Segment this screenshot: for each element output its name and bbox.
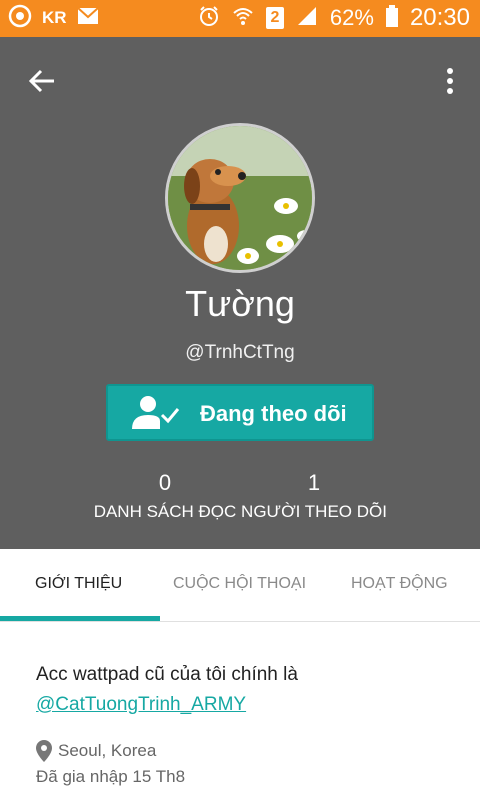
reading-lists-count: 0	[158, 470, 172, 495]
arrow-left-icon	[28, 69, 54, 93]
location-text: Seoul, Korea	[58, 741, 157, 760]
tab-conversations[interactable]: CUỘC HỘI THOẠI	[173, 575, 306, 593]
more-options-button[interactable]	[438, 61, 462, 101]
profile-handle: @TrnhCtTng	[185, 342, 295, 363]
active-tab-indicator	[0, 616, 160, 621]
reading-lists-stat[interactable]: 0 DANH SÁCH ĐỌC	[86, 470, 244, 522]
location-row: Seoul, Korea	[36, 740, 156, 762]
status-bar-right: 2 62% 20:30	[198, 4, 470, 32]
mail-icon	[76, 6, 99, 30]
alarm-icon	[198, 5, 220, 32]
status-bar: KR 2 62% 20:30	[0, 0, 480, 37]
followers-stat[interactable]: 1 NGƯỜI THEO DÕI	[236, 470, 392, 522]
about-description: Acc wattpad cũ của tôi chính là @CatTuon…	[36, 660, 456, 720]
profile-header: Tường @TrnhCtTng Đang theo dõi 0 DANH SÁ…	[0, 37, 480, 549]
following-button-label: Đang theo dõi	[200, 401, 347, 426]
battery-icon	[385, 4, 398, 32]
sim-icon: 2	[265, 7, 284, 29]
following-button[interactable]: Đang theo dõi	[106, 384, 374, 441]
tab-activity[interactable]: HOẠT ĐỘNG	[351, 575, 448, 593]
reading-lists-label: DANH SÁCH ĐỌC	[93, 502, 237, 521]
back-button[interactable]	[22, 61, 62, 101]
followers-label: NGƯỜI THEO DÕI	[241, 502, 387, 521]
profile-name: Tường	[185, 283, 295, 324]
tab-about[interactable]: GIỚI THIỆU	[35, 575, 122, 593]
followers-count: 1	[307, 470, 321, 495]
location-pin-icon	[36, 740, 52, 762]
about-profile-link[interactable]: @CatTuongTrinh_ARMY	[36, 690, 456, 720]
profile-tabs: GIỚI THIỆU CUỘC HỘI THOẠI HOẠT ĐỘNG	[0, 549, 480, 622]
signal-icon	[296, 5, 318, 32]
record-icon	[8, 4, 32, 33]
profile-stats: 0 DANH SÁCH ĐỌC 1 NGƯỜI THEO DÕI	[0, 470, 480, 530]
person-check-icon	[132, 396, 180, 429]
joined-date: Đã gia nhập 15 Th8	[36, 767, 186, 786]
carrier-label: KR	[42, 8, 67, 27]
wifi-icon	[232, 5, 254, 32]
about-text: Acc wattpad cũ của tôi chính là	[36, 664, 298, 685]
clock: 20:30	[409, 4, 470, 31]
avatar	[165, 123, 315, 273]
battery-percent: 62%	[329, 5, 374, 30]
status-bar-left: KR	[8, 4, 99, 33]
more-vert-icon	[447, 68, 453, 94]
